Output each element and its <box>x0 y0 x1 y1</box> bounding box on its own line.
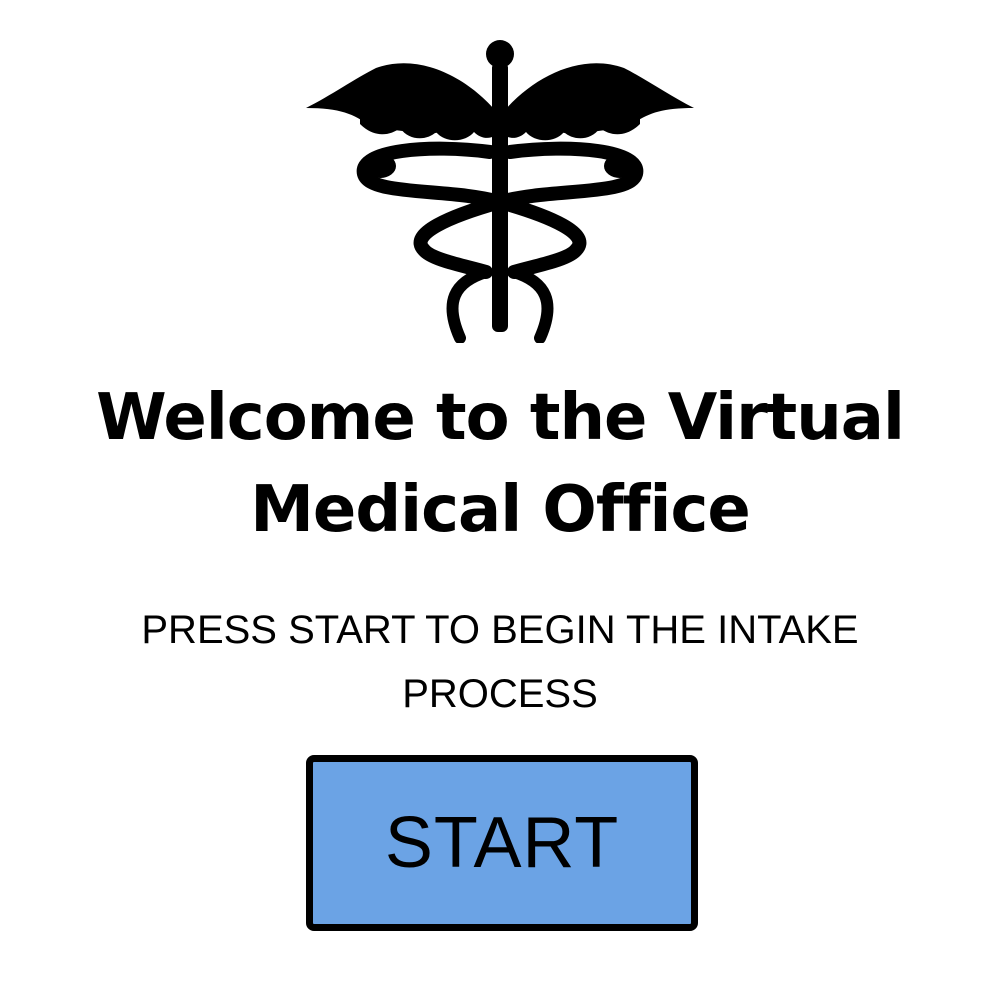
intake-instruction-line-1: PRESS START TO BEGIN THE INTAKE <box>141 608 859 652</box>
intake-instruction-line-2: PROCESS <box>402 672 598 716</box>
intake-instruction: PRESS START TO BEGIN THE INTAKE PROCESS <box>60 598 940 726</box>
welcome-title-line-2: Medical Office <box>250 473 751 547</box>
welcome-screen: Welcome to the Virtual Medical Office PR… <box>0 0 1000 1000</box>
caduceus-icon <box>306 40 694 343</box>
welcome-title: Welcome to the Virtual Medical Office <box>40 372 960 556</box>
start-button[interactable]: START <box>306 755 698 931</box>
welcome-title-line-1: Welcome to the Virtual <box>96 381 905 455</box>
start-button-label: START <box>384 803 620 883</box>
